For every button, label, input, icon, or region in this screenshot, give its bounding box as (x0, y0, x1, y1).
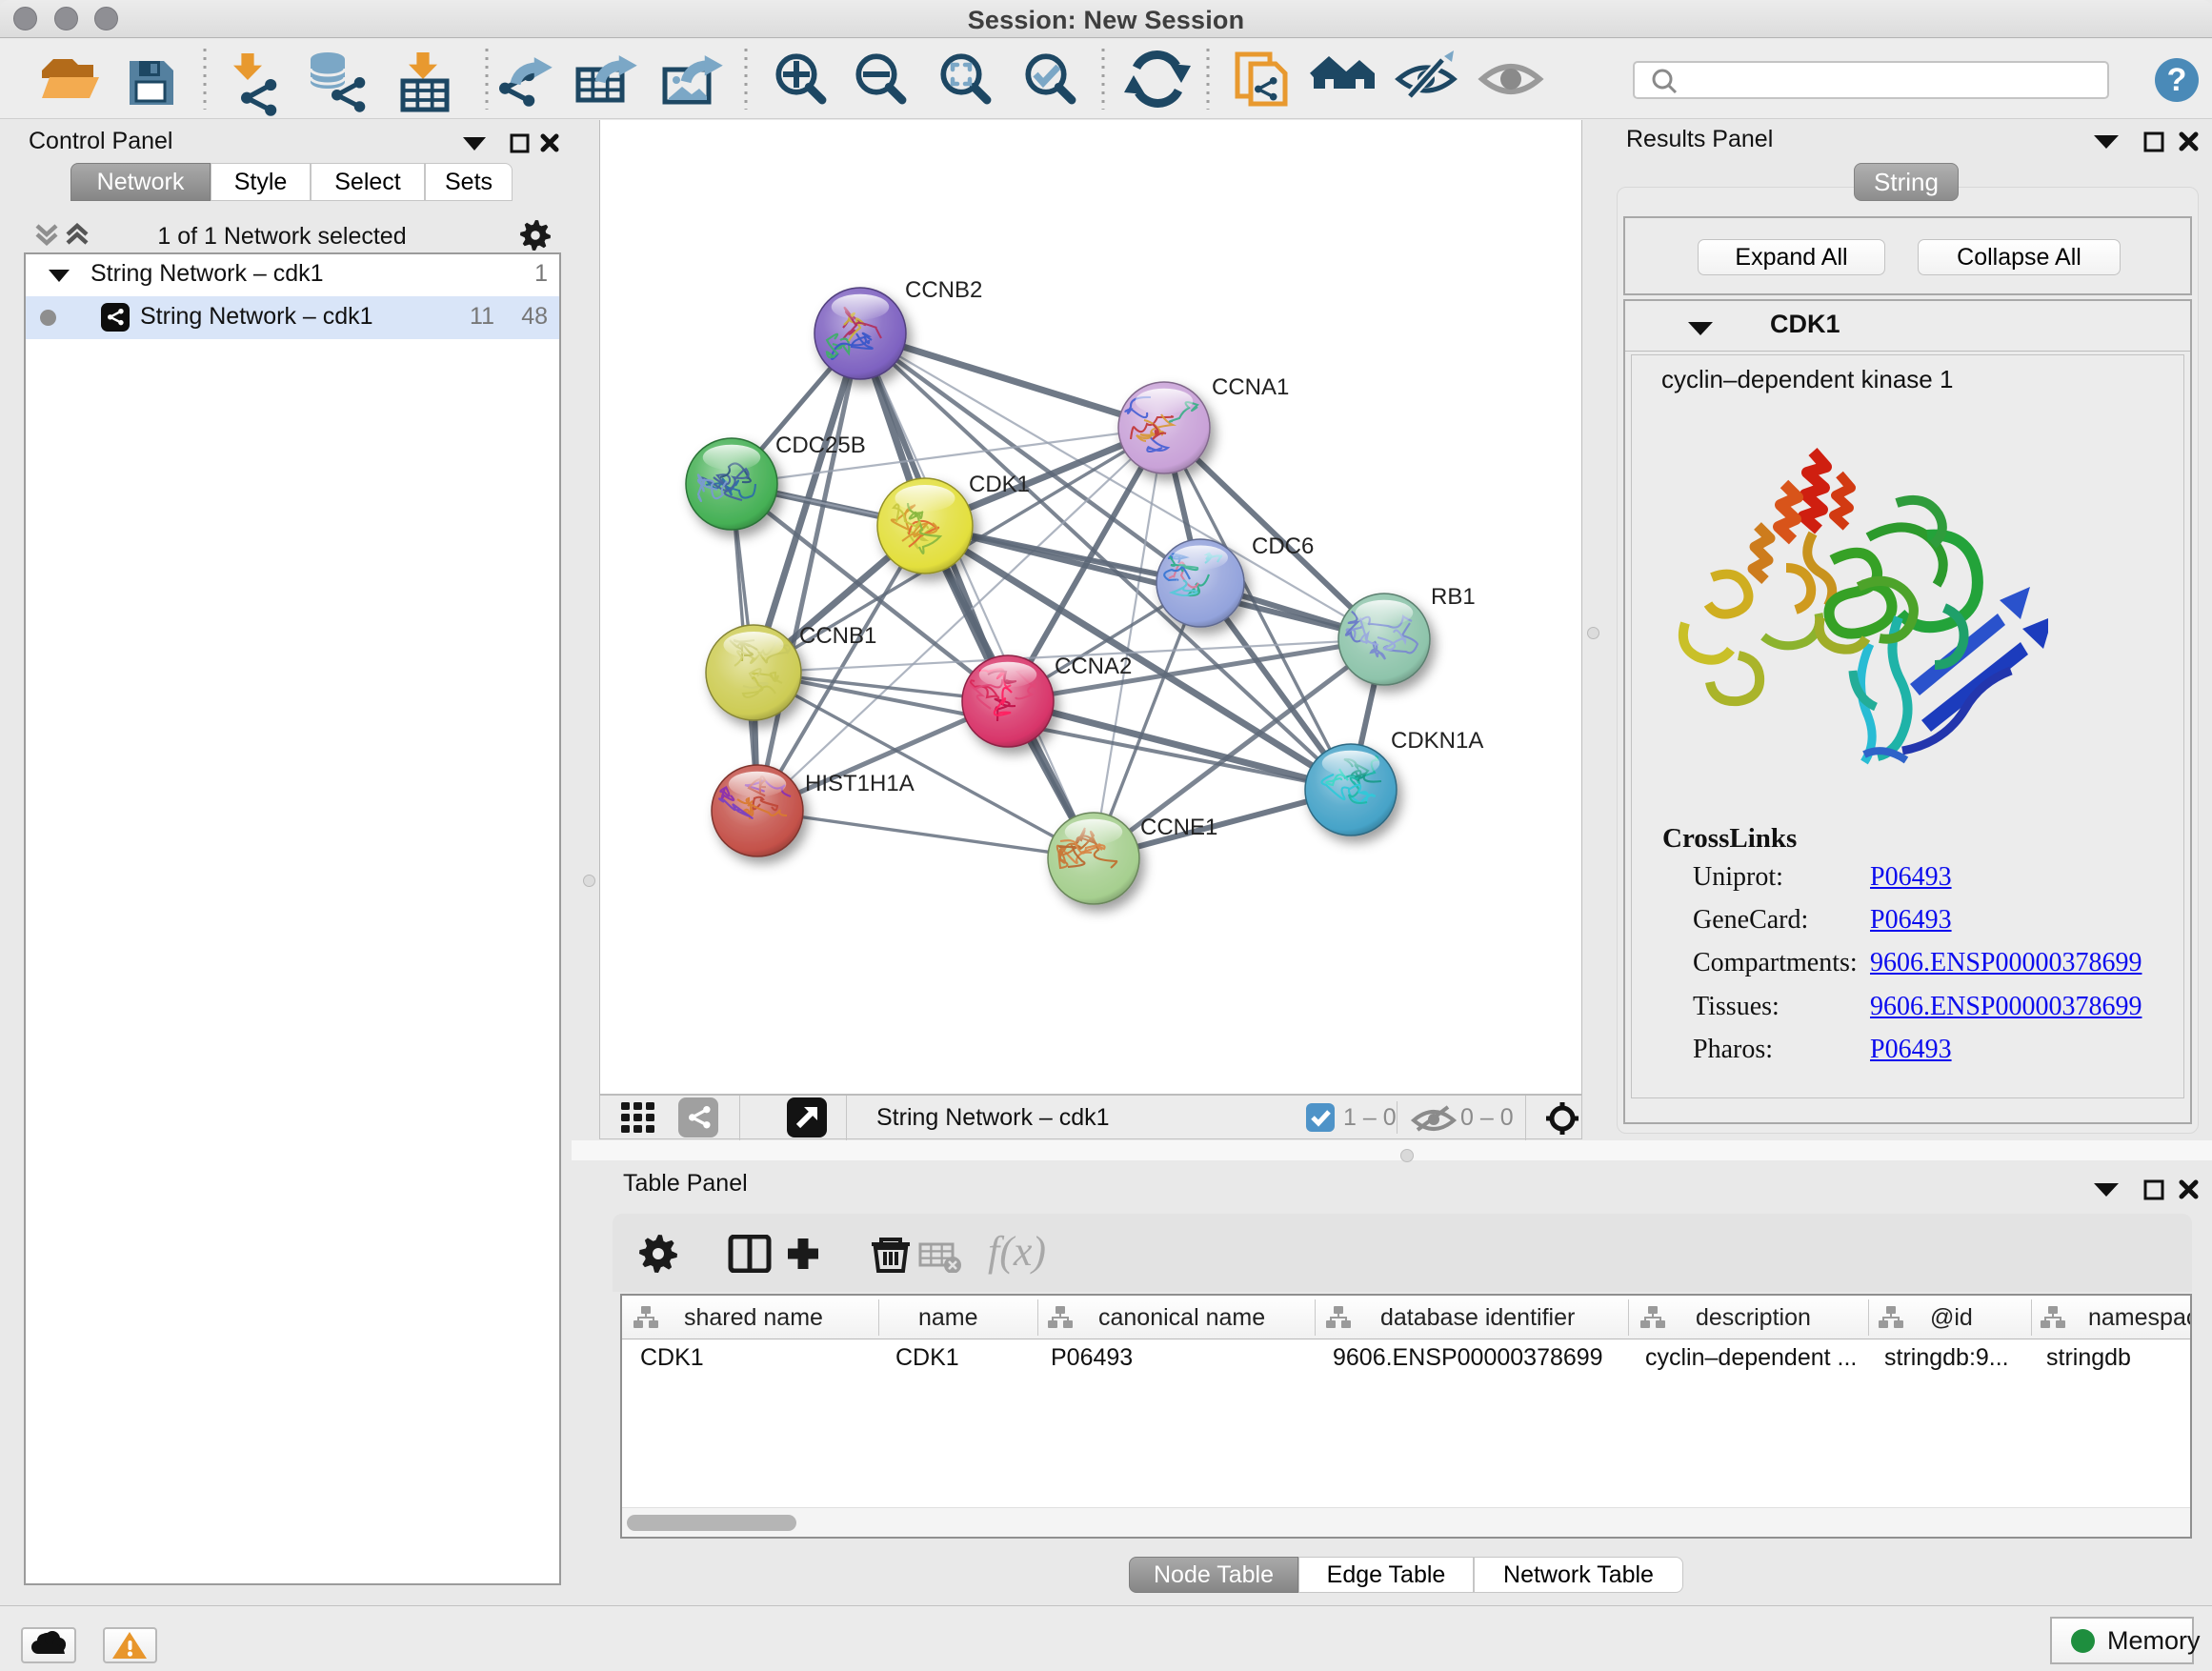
svg-text:CCNA1: CCNA1 (1212, 374, 1289, 400)
svg-text:HIST1H1A: HIST1H1A (805, 771, 915, 796)
svg-text:CCNB1: CCNB1 (799, 623, 876, 649)
svg-text:CCNA2: CCNA2 (1055, 654, 1132, 679)
svg-text:CCNB2: CCNB2 (905, 277, 982, 303)
svg-text:RB1: RB1 (1431, 584, 1476, 610)
svg-text:CDC6: CDC6 (1252, 534, 1314, 559)
svg-text:CDK1: CDK1 (969, 472, 1030, 497)
svg-text:CCNE1: CCNE1 (1140, 815, 1217, 840)
svg-text:CDKN1A: CDKN1A (1391, 728, 1483, 754)
svg-text:CDC25B: CDC25B (775, 433, 866, 458)
